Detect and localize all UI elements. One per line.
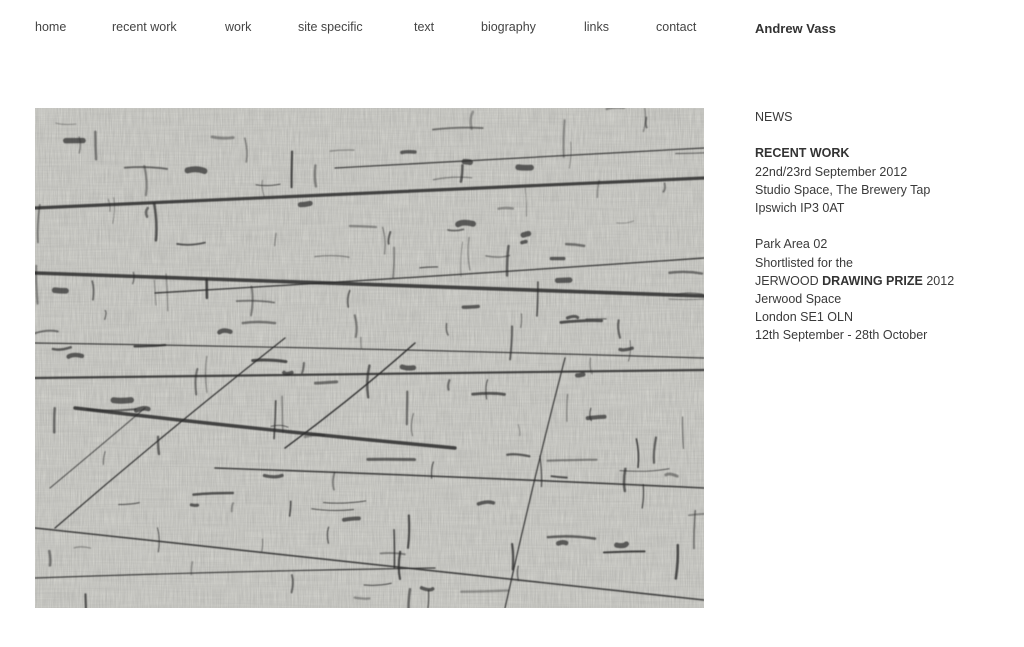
nav-work[interactable]: work xyxy=(225,20,251,34)
prize-dates: 12th September - 28th October xyxy=(755,328,928,343)
news-sidebar: NEWS RECENT WORK 22nd/23rd September 201… xyxy=(755,108,1015,345)
prize-address: London SE1 OLN xyxy=(755,310,853,325)
prize-org: JERWOOD xyxy=(755,273,819,288)
recent-work-heading: RECENT WORK xyxy=(755,144,1015,162)
prize-artwork-title: Park Area 02 xyxy=(755,237,828,252)
nav-contact[interactable]: contact xyxy=(656,20,696,34)
recent-work-venue: Studio Space, The Brewery Tap xyxy=(755,182,931,197)
nav-links[interactable]: links xyxy=(584,20,609,34)
nav-site-specific[interactable]: site specific xyxy=(298,20,363,34)
prize-line: JERWOOD DRAWING PRIZE 2012 xyxy=(755,272,1015,290)
nav-recent-work[interactable]: recent work xyxy=(112,20,177,34)
prize-venue: Jerwood Space xyxy=(755,292,842,306)
prize-year: 2012 xyxy=(926,273,955,288)
site-name[interactable]: Andrew Vass xyxy=(755,21,836,36)
news-heading: NEWS xyxy=(755,110,793,124)
nav-home[interactable]: home xyxy=(35,20,66,34)
artwork-image xyxy=(35,108,704,608)
nav-text[interactable]: text xyxy=(414,20,434,34)
nav-biography[interactable]: biography xyxy=(481,20,536,34)
prize-name: DRAWING PRIZE xyxy=(822,273,923,288)
recent-work-address: Ipswich IP3 0AT xyxy=(755,201,845,215)
recent-work-heading-text[interactable]: RECENT WORK xyxy=(755,146,849,160)
recent-work-dates: 22nd/23rd September 2012 xyxy=(755,164,908,179)
artwork-drawing xyxy=(35,108,704,608)
prize-shortlist-text: Shortlisted for the xyxy=(755,255,853,270)
